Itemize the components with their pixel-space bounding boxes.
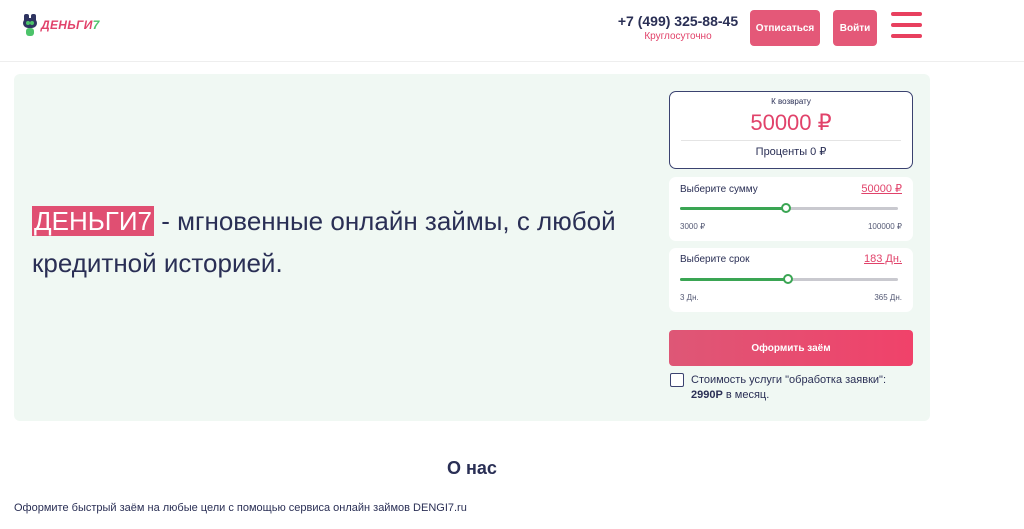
consent-text: Стоимость услуги "обработка заявки": 299… xyxy=(691,374,887,401)
divider xyxy=(681,140,901,141)
hero-brand: ДЕНЬГИ7 xyxy=(32,206,155,236)
amount-value[interactable]: 50000 ₽ xyxy=(861,182,902,195)
about-title: О нас xyxy=(447,458,497,478)
apply-loan-button[interactable]: Оформить заём xyxy=(669,330,913,366)
amount-slider-thumb[interactable] xyxy=(780,203,791,213)
site-header: ДЕНЬГИ7 +7 (499) 325-88-45 Круглосуточно… xyxy=(0,0,1024,62)
robot-logo-icon xyxy=(22,14,38,36)
logo[interactable]: ДЕНЬГИ7 xyxy=(22,14,100,36)
return-label: К возврату xyxy=(771,97,811,106)
consent-checkbox[interactable] xyxy=(670,373,684,387)
hamburger-menu-icon[interactable] xyxy=(891,12,922,42)
hero-title: ДЕНЬГИ7 - мгновенные онлайн займы, с люб… xyxy=(32,200,632,284)
term-max: 365 Дн. xyxy=(874,293,902,302)
amount-label: Выберите сумму xyxy=(680,184,758,195)
term-label: Выберите срок xyxy=(680,254,750,265)
phone-block: +7 (499) 325-88-45 Круглосуточно xyxy=(612,13,744,42)
term-min: 3 Дн. xyxy=(680,293,699,302)
phone-number[interactable]: +7 (499) 325-88-45 xyxy=(612,13,744,29)
consent-price: 2990Р xyxy=(691,389,723,401)
service-consent: Стоимость услуги "обработка заявки": 299… xyxy=(670,373,910,403)
term-value[interactable]: 183 Дн. xyxy=(864,253,902,265)
term-slider-track[interactable] xyxy=(680,274,898,284)
interest-text: Проценты 0 ₽ xyxy=(755,146,827,158)
amount-max: 100000 ₽ xyxy=(867,222,902,231)
term-slider-fill xyxy=(680,278,789,281)
amount-slider-track[interactable] xyxy=(680,203,898,213)
amount-slider-fill xyxy=(680,207,786,210)
login-button[interactable]: Войти xyxy=(833,10,877,46)
phone-hours: Круглосуточно xyxy=(644,31,712,42)
amount-min: 3000 ₽ xyxy=(680,222,706,231)
return-amount-card: К возврату 50000 ₽ Проценты 0 ₽ xyxy=(669,91,913,169)
unsubscribe-button[interactable]: Отписаться xyxy=(750,10,820,46)
return-amount: 50000 ₽ xyxy=(750,110,832,135)
logo-text: ДЕНЬГИ7 xyxy=(41,18,100,32)
term-slider-card: Выберите срок 183 Дн. 3 Дн. 365 Дн. xyxy=(669,248,913,312)
term-slider-thumb[interactable] xyxy=(783,274,794,284)
about-text: Оформите быстрый заём на любые цели с по… xyxy=(14,502,467,514)
amount-slider-card: Выберите сумму 50000 ₽ 3000 ₽ 100000 ₽ xyxy=(669,177,913,241)
hero-section: ДЕНЬГИ7 - мгновенные онлайн займы, с люб… xyxy=(14,74,930,421)
